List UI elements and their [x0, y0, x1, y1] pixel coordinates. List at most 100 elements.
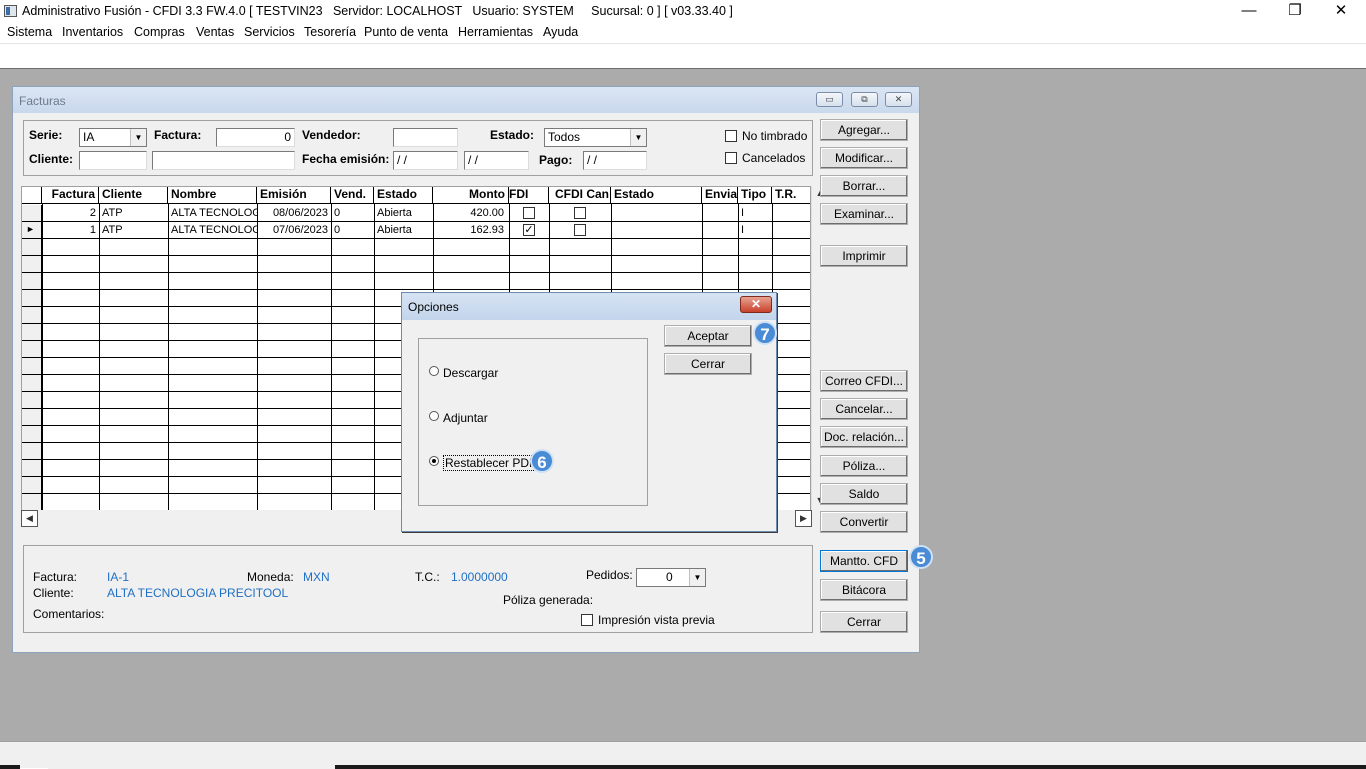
col-estado[interactable]: Estado	[374, 187, 433, 204]
col-monto[interactable]: Monto	[433, 187, 509, 204]
menu-inventarios[interactable]: Inventarios	[62, 25, 123, 39]
aceptar-button[interactable]: Aceptar	[664, 325, 752, 347]
adjuntar-label[interactable]: Adjuntar	[443, 411, 488, 425]
correo-cfdi-button[interactable]: Correo CFDI...	[820, 370, 908, 392]
row2-fdi-checkbox[interactable]: ✓	[523, 224, 535, 236]
row-selector[interactable]	[22, 358, 42, 374]
row1-cfdi-can-checkbox[interactable]	[574, 207, 586, 219]
cancelados-checkbox[interactable]	[725, 152, 737, 164]
row1-factura[interactable]: 2	[42, 205, 99, 221]
row-selector[interactable]	[22, 409, 42, 425]
row2-estado[interactable]: Abierta	[374, 222, 433, 238]
estado-select[interactable]: Todos ▼	[544, 128, 647, 147]
col-cfdi-can[interactable]: CFDI Can	[549, 187, 611, 204]
menu-servicios[interactable]: Servicios	[244, 25, 295, 39]
agregar-button[interactable]: Agregar...	[820, 119, 908, 141]
row-selector[interactable]	[22, 392, 42, 408]
row-selector[interactable]	[22, 307, 42, 323]
col-tipo[interactable]: Tipo	[738, 187, 772, 204]
fecha-hasta-input[interactable]: / /	[464, 151, 529, 170]
row-selector[interactable]	[22, 375, 42, 391]
row2-monto[interactable]: 162.93	[433, 222, 507, 238]
bitacora-button[interactable]: Bitácora	[820, 579, 908, 601]
row1-monto[interactable]: 420.00	[433, 205, 507, 221]
row1-emision[interactable]: 08/06/2023	[257, 205, 331, 221]
scroll-left-icon[interactable]: ◀	[21, 510, 38, 527]
col-vend[interactable]: Vend.	[331, 187, 374, 204]
cliente-input[interactable]	[79, 151, 147, 170]
row-selector[interactable]	[22, 256, 42, 272]
minimize-button[interactable]: —	[1226, 0, 1272, 24]
dialog-close-icon[interactable]: ✕	[740, 296, 772, 313]
descargar-label[interactable]: Descargar	[443, 366, 498, 380]
row-selector[interactable]	[22, 477, 42, 493]
child-close-icon[interactable]: ✕	[885, 92, 912, 107]
row2-cliente[interactable]: ATP	[99, 222, 168, 238]
row-selector[interactable]	[22, 426, 42, 442]
col-estado-cfdi[interactable]: Estado	[611, 187, 702, 204]
close-button[interactable]: ✕	[1318, 0, 1364, 24]
col-envia[interactable]: Envia	[702, 187, 738, 204]
pedidos-select[interactable]: 0 ▼	[636, 568, 706, 587]
descargar-radio[interactable]	[429, 366, 439, 376]
scroll-right-icon[interactable]: ▶	[795, 510, 812, 527]
col-fdi[interactable]: FDI	[509, 187, 549, 204]
row-selector[interactable]	[22, 273, 42, 289]
borrar-button[interactable]: Borrar...	[820, 175, 908, 197]
cancelar-button[interactable]: Cancelar...	[820, 398, 908, 420]
row1-cliente[interactable]: ATP	[99, 205, 168, 221]
col-nombre[interactable]: Nombre	[168, 187, 257, 204]
row2-factura[interactable]: 1	[42, 222, 99, 238]
doc-relacion-button[interactable]: Doc. relación...	[820, 426, 908, 448]
row-selector[interactable]	[22, 239, 42, 255]
adjuntar-radio[interactable]	[429, 411, 439, 421]
saldo-button[interactable]: Saldo	[820, 483, 908, 505]
modificar-button[interactable]: Modificar...	[820, 147, 908, 169]
row2-cfdi-can-checkbox[interactable]	[574, 224, 586, 236]
row1-vend[interactable]: 0	[331, 205, 374, 221]
row1-nombre[interactable]: ALTA TECNOLOG	[168, 205, 257, 221]
examinar-button[interactable]: Examinar...	[820, 203, 908, 225]
row1-tipo[interactable]: I	[738, 205, 772, 221]
col-factura[interactable]: Factura	[42, 187, 99, 204]
col-tr[interactable]: T.R.	[772, 187, 810, 204]
serie-select[interactable]: IA ▼	[79, 128, 147, 147]
cerrar-button[interactable]: Cerrar	[820, 611, 908, 633]
menu-compras[interactable]: Compras	[134, 25, 185, 39]
row-selector[interactable]	[22, 494, 42, 510]
impresion-vista-previa-checkbox[interactable]	[581, 614, 593, 626]
nombre-input[interactable]	[152, 151, 295, 170]
restablecer-pdf-radio[interactable]	[429, 456, 439, 466]
menu-sistema[interactable]: Sistema	[7, 25, 52, 39]
row2-vend[interactable]: 0	[331, 222, 374, 238]
col-cliente[interactable]: Cliente	[99, 187, 168, 204]
factura-input[interactable]: 0	[216, 128, 295, 147]
poliza-button[interactable]: Póliza...	[820, 455, 908, 477]
menu-tesoreria[interactable]: Tesorería	[304, 25, 356, 39]
row1-fdi-checkbox[interactable]	[523, 207, 535, 219]
row2-nombre[interactable]: ALTA TECNOLOG	[168, 222, 257, 238]
mantto-cfd-button[interactable]: Mantto. CFD	[820, 550, 908, 572]
row-selector[interactable]	[22, 341, 42, 357]
menu-herramientas[interactable]: Herramientas	[458, 25, 533, 39]
imprimir-button[interactable]: Imprimir	[820, 245, 908, 267]
row-selector[interactable]	[22, 443, 42, 459]
row2-emision[interactable]: 07/06/2023	[257, 222, 331, 238]
restablecer-pdf-label[interactable]: Restablecer PDF	[443, 455, 539, 471]
row-selector[interactable]	[22, 205, 42, 221]
row2-tipo[interactable]: I	[738, 222, 772, 238]
vendedor-input[interactable]	[393, 128, 458, 147]
menu-punto-de-venta[interactable]: Punto de venta	[364, 25, 448, 39]
dialog-cerrar-button[interactable]: Cerrar	[664, 353, 752, 375]
row-selector[interactable]	[22, 290, 42, 306]
row1-estado[interactable]: Abierta	[374, 205, 433, 221]
child-restore-icon[interactable]: ⧉	[851, 92, 878, 107]
maximize-button[interactable]: ❐	[1272, 0, 1318, 24]
child-minimize-icon[interactable]: ▭	[816, 92, 843, 107]
pago-input[interactable]: / /	[583, 151, 647, 170]
menu-ventas[interactable]: Ventas	[196, 25, 234, 39]
no-timbrado-checkbox[interactable]	[725, 130, 737, 142]
col-emision[interactable]: Emisión	[257, 187, 331, 204]
fecha-desde-input[interactable]: / /	[393, 151, 458, 170]
row-selector[interactable]	[22, 324, 42, 340]
